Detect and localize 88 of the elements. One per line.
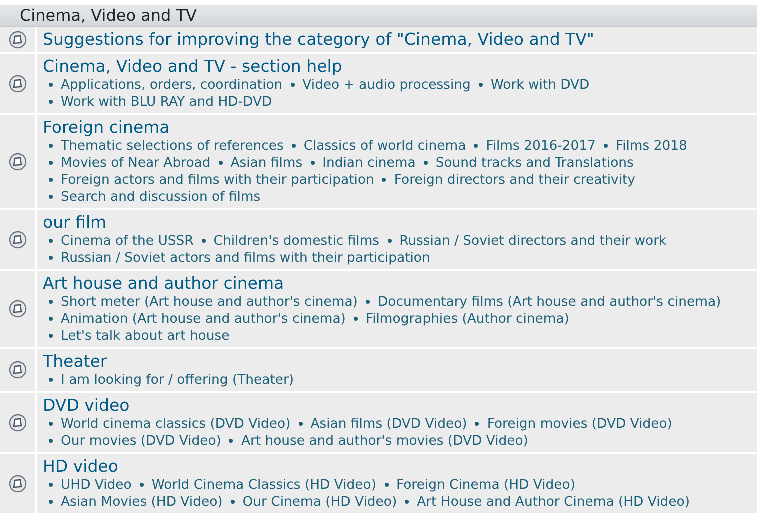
subforum-link[interactable]: Films 2016-2017: [486, 139, 596, 154]
forum-link[interactable]: DVD video: [43, 395, 130, 416]
bullet-icon: [49, 144, 53, 148]
bullet-icon: [366, 300, 370, 304]
subforum-link[interactable]: Animation (Art house and author's cinema): [61, 312, 346, 327]
subforum-link[interactable]: Video + audio processing: [302, 78, 471, 93]
subforum-link[interactable]: Filmographies (Author cinema): [366, 312, 570, 327]
subforum-link[interactable]: Applications, orders, coordination: [61, 78, 283, 93]
bullet-icon: [384, 483, 388, 488]
bullet-icon: [49, 378, 53, 382]
subforum-link[interactable]: World cinema classics (DVD Video): [61, 417, 291, 432]
bullet-icon: [475, 422, 480, 426]
bullet-icon: [478, 83, 483, 88]
subforum-link[interactable]: Foreign Cinema (HD Video): [396, 478, 576, 493]
subforum-link[interactable]: Art House and Author Cinema (HD Video): [417, 495, 690, 510]
bullet-icon: [49, 317, 53, 322]
subforum-link[interactable]: UHD Video: [61, 478, 132, 493]
subforum-link[interactable]: Classics of world cinema: [304, 139, 466, 154]
subforum-link[interactable]: I am looking for / offering (Theater): [61, 373, 294, 388]
bullet-icon: [218, 161, 223, 166]
bullet-icon: [49, 83, 53, 88]
bullet-icon: [49, 334, 53, 338]
forum-link[interactable]: Cinema, Video and TV - section help: [43, 56, 342, 77]
bullet-icon: [298, 422, 303, 426]
bullet-icon: [49, 483, 53, 488]
forum-icon: [8, 300, 26, 318]
bullet-icon: [49, 178, 53, 182]
subforum-link[interactable]: Documentary films (Art house and author's cinema): [378, 295, 722, 310]
bullet-icon: [424, 161, 428, 166]
subforum-link[interactable]: Thematic selections of references: [61, 139, 284, 154]
bullet-icon: [310, 161, 315, 166]
forum-icon: [8, 474, 26, 492]
bullet-icon: [202, 239, 206, 244]
bullet-icon: [49, 100, 53, 104]
subforum-link[interactable]: Search and discussion of films: [61, 190, 261, 205]
bullet-icon: [604, 144, 608, 148]
subforum-link[interactable]: Foreign movies (DVD Video): [487, 417, 672, 432]
bullet-icon: [140, 483, 144, 488]
bullet-icon: [49, 500, 53, 504]
subforum-link[interactable]: Cinema of the USSR: [61, 234, 194, 249]
bullet-icon: [49, 422, 53, 426]
subforum-link[interactable]: Foreign actors and films with their participation: [61, 173, 374, 188]
subforum-link[interactable]: Asian Movies (HD Video): [61, 495, 223, 510]
forum-link[interactable]: Theater: [43, 351, 108, 372]
forum-icon: [8, 30, 26, 48]
subforum-link[interactable]: Indian cinema: [322, 156, 416, 171]
bullet-icon: [382, 178, 386, 182]
subforum-link[interactable]: World Cinema Classics (HD Video): [152, 478, 376, 493]
subforum-link[interactable]: Work with DVD: [490, 78, 590, 93]
subforum-link[interactable]: Short meter (Art house and author's cinema): [61, 295, 358, 310]
bullet-icon: [229, 439, 234, 444]
forum-icon: [8, 361, 26, 379]
bullet-icon: [405, 500, 410, 504]
bullet-icon: [474, 144, 478, 148]
bullet-icon: [292, 144, 296, 148]
forum-icon: [8, 230, 26, 248]
bullet-icon: [49, 300, 53, 304]
bullet-icon: [354, 317, 358, 322]
bullet-icon: [49, 195, 53, 200]
subforum-link[interactable]: Our Cinema (HD Video): [242, 495, 398, 510]
forum-icon: [8, 74, 26, 92]
forum-icon: [8, 152, 26, 170]
subforum-link[interactable]: Art house and author's movies (DVD Video): [241, 434, 528, 449]
bullet-icon: [230, 500, 235, 504]
subforum-link[interactable]: Our movies (DVD Video): [61, 434, 222, 449]
bullet-icon: [388, 239, 392, 244]
bullet-icon: [49, 239, 53, 244]
subforum-link[interactable]: Work with BLU RAY and HD-DVD: [61, 95, 272, 110]
bullet-icon: [49, 256, 53, 260]
subforum-link[interactable]: Children's domestic films: [214, 234, 380, 249]
subforum-link[interactable]: Sound tracks and Translations: [436, 156, 634, 171]
forum-icon: [8, 414, 26, 432]
subforum-link[interactable]: Let's talk about art house: [61, 329, 230, 344]
subforum-link[interactable]: Russian / Soviet actors and films with their participation: [61, 251, 430, 266]
subforum-link[interactable]: Asian films: [230, 156, 303, 171]
forum-link[interactable]: our film: [43, 212, 107, 233]
forum-link[interactable]: Foreign cinema: [43, 117, 170, 138]
subforum-link[interactable]: Movies of Near Abroad: [61, 156, 211, 171]
subforum-link[interactable]: Films 2018: [616, 139, 688, 154]
subforum-link[interactable]: Russian / Soviet directors and their work: [400, 234, 667, 249]
bullet-icon: [290, 83, 295, 88]
bullet-icon: [49, 439, 53, 444]
bullet-icon: [49, 161, 53, 166]
subforum-link[interactable]: Foreign directors and their creativity: [394, 173, 636, 188]
subforum-link[interactable]: Asian films (DVD Video): [310, 417, 468, 432]
forum-link[interactable]: HD video: [43, 456, 118, 477]
forum-link[interactable]: Art house and author cinema: [43, 273, 284, 294]
category-title: Cinema, Video and TV: [20, 6, 197, 25]
